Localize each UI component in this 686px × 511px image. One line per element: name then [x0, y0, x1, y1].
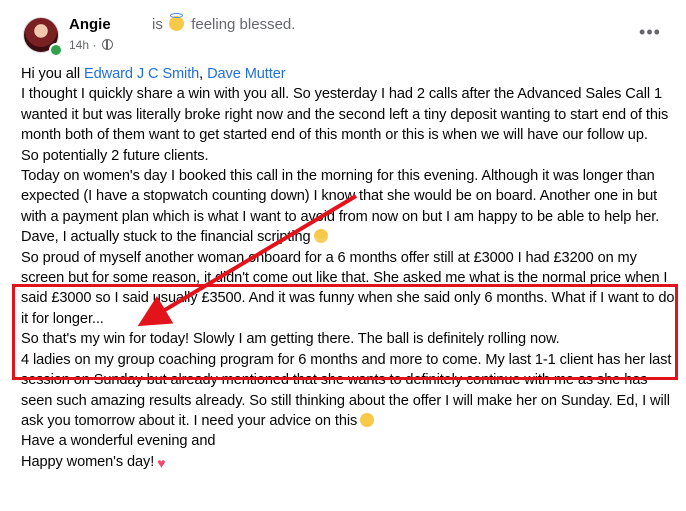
facebook-post: Angie is feeling blessed. 14h · ••• Hi y… [0, 0, 686, 511]
annotation-arrow [137, 194, 358, 327]
